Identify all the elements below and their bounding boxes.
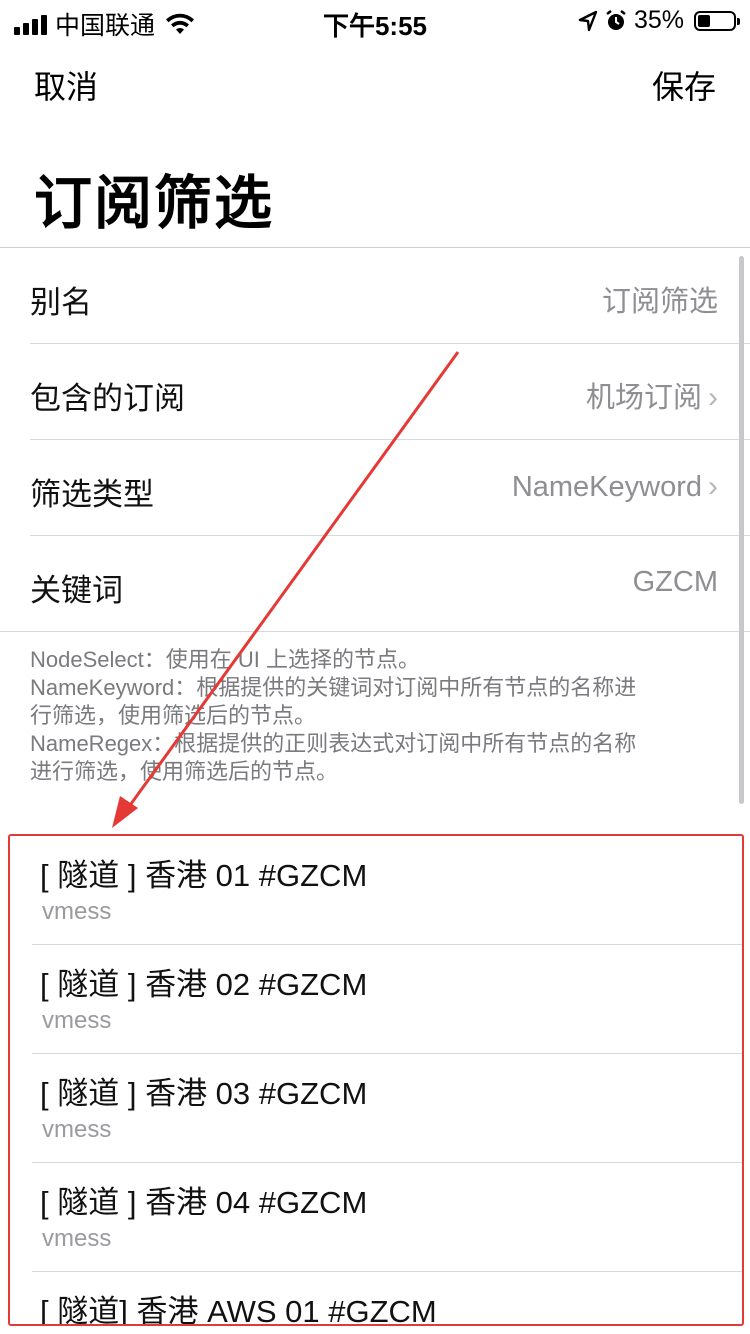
filter-type-value-wrap: NameKeyword › xyxy=(512,470,718,504)
filter-type-note: NodeSelect：使用在 UI 上选择的节点。 NameKeyword：根据… xyxy=(30,646,720,786)
settings-form: 别名 订阅筛选 包含的订阅 机场订阅 › 筛选类型 NameKeyword › 关键… xyxy=(0,248,750,632)
cancel-button[interactable]: 取消 xyxy=(34,62,98,108)
status-bar: 中国联通 下午5:55 35% xyxy=(0,0,750,41)
node-name: [ 隧道] 香港 AWS 01 #GZCM xyxy=(40,1294,437,1326)
alias-row[interactable]: 别名 订阅筛选 xyxy=(30,248,750,344)
chevron-right-icon: › xyxy=(708,470,718,503)
keyword-row[interactable]: 关键词 GZCM xyxy=(0,536,750,632)
note-line: NameKeyword：根据提供的关键词对订阅中所有节点的名称进 xyxy=(30,675,637,700)
chevron-right-icon: › xyxy=(708,381,718,414)
screen: 中国联通 下午5:55 35% 取消 保存 订阅筛选 别名 订阅筛选 包含的订阅… xyxy=(0,0,750,1334)
note-line: NameRegex：根据提供的正则表达式对订阅中所有节点的名称 xyxy=(30,731,637,756)
page-title: 订阅筛选 xyxy=(34,171,275,236)
node-type: vmess xyxy=(42,898,112,925)
node-name: [ 隧道 ] 香港 01 #GZCM xyxy=(40,858,368,893)
save-button[interactable]: 保存 xyxy=(652,62,716,108)
filter-type-row[interactable]: 筛选类型 NameKeyword › xyxy=(30,440,750,536)
node-type: vmess xyxy=(42,1225,112,1252)
node-list-highlight: [ 隧道 ] 香港 01 #GZCM vmess [ 隧道 ] 香港 02 #G… xyxy=(8,834,744,1326)
node-type: vmess xyxy=(42,1116,112,1143)
keyword-value[interactable]: GZCM xyxy=(633,566,718,599)
list-item[interactable]: [ 隧道] 香港 AWS 01 #GZCM xyxy=(32,1272,742,1326)
node-type: vmess xyxy=(42,1007,112,1034)
list-item[interactable]: [ 隧道 ] 香港 04 #GZCM vmess xyxy=(32,1163,742,1272)
scrollbar[interactable] xyxy=(739,256,744,804)
list-item[interactable]: [ 隧道 ] 香港 02 #GZCM vmess xyxy=(32,945,742,1054)
status-right: 35% xyxy=(578,6,740,35)
keyword-label: 关键词 xyxy=(30,573,123,608)
alias-label: 别名 xyxy=(30,285,92,320)
battery-icon xyxy=(694,10,740,31)
filter-type-label: 筛选类型 xyxy=(30,477,154,512)
battery-percent: 35% xyxy=(633,6,684,34)
note-line: 行筛选，使用筛选后的节点。 xyxy=(30,703,317,728)
location-icon xyxy=(578,10,598,31)
node-name: [ 隧道 ] 香港 02 #GZCM xyxy=(40,967,368,1002)
included-subscription-value: 机场订阅 xyxy=(585,382,702,414)
note-line: 进行筛选，使用筛选后的节点。 xyxy=(30,759,339,784)
note-line: NodeSelect：使用在 UI 上选择的节点。 xyxy=(30,647,420,672)
node-name: [ 隧道 ] 香港 03 #GZCM xyxy=(40,1076,368,1111)
alarm-icon xyxy=(606,9,626,30)
node-name: [ 隧道 ] 香港 04 #GZCM xyxy=(40,1185,368,1220)
list-item[interactable]: [ 隧道 ] 香港 03 #GZCM vmess xyxy=(32,1054,742,1163)
included-subscription-value-wrap: 机场订阅 › xyxy=(586,374,718,416)
list-item[interactable]: [ 隧道 ] 香港 01 #GZCM vmess xyxy=(32,836,742,945)
filter-type-value: NameKeyword xyxy=(511,471,702,503)
included-subscription-label: 包含的订阅 xyxy=(30,381,185,416)
included-subscription-row[interactable]: 包含的订阅 机场订阅 › xyxy=(30,344,750,440)
alias-value[interactable]: 订阅筛选 xyxy=(602,278,718,320)
